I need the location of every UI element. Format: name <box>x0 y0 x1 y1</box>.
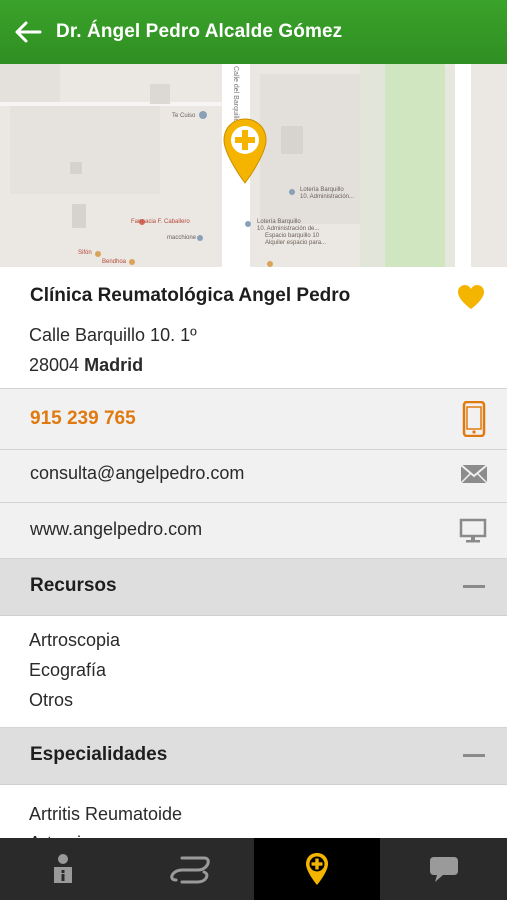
location-pin-plus-icon[interactable] <box>222 117 268 185</box>
minus-icon[interactable] <box>463 585 485 588</box>
clinic-name: Clínica Reumatológica Angel Pedro <box>30 285 351 306</box>
email-row[interactable]: consulta@angelpedro.com <box>0 450 507 503</box>
monitor-icon[interactable] <box>459 518 487 544</box>
especialidades-list: Artritis Reumatoide Artrosis <box>0 785 507 853</box>
map-label: Sifón <box>78 250 92 256</box>
phone-number[interactable]: 915 239 765 <box>30 408 136 430</box>
location-map[interactable]: Calle del Barquillo Te Cuiso Lotería Bar… <box>0 64 507 267</box>
map-label: 10. Administración de... <box>257 226 320 232</box>
map-label: 10. Administración... <box>300 194 355 200</box>
postal-code: 28004 <box>29 355 80 375</box>
clinic-card: Clínica Reumatológica Angel Pedro Calle … <box>0 267 507 389</box>
section-header-especialidades[interactable]: Especialidades <box>0 728 507 785</box>
list-item: Ecografía <box>29 660 107 680</box>
location-pin-plus-icon <box>305 853 328 885</box>
city: Madrid <box>84 355 144 375</box>
phone-row[interactable]: 915 239 765 <box>0 389 507 450</box>
map-label: Bendhoa <box>102 259 127 265</box>
map-label: Alquiler espacio para... <box>265 240 327 246</box>
map-label: Te Cuiso <box>172 113 196 119</box>
map-label: Espacio barquillo 10 <box>265 233 320 239</box>
email-address[interactable]: consulta@angelpedro.com <box>30 463 244 484</box>
recursos-list: Artroscopia Ecografía Otros <box>0 616 507 728</box>
section-title: Especialidades <box>30 744 168 765</box>
minus-icon[interactable] <box>463 754 485 757</box>
list-item: Artritis Reumatoide <box>29 804 183 824</box>
list-item: Otros <box>29 690 74 710</box>
route-icon <box>170 856 210 884</box>
website-row[interactable]: www.angelpedro.com <box>0 503 507 559</box>
page-title: Dr. Ángel Pedro Alcalde Gómez <box>56 21 343 42</box>
tab-messages[interactable] <box>380 838 507 900</box>
list-item: Artroscopia <box>29 630 121 650</box>
section-title: Recursos <box>30 575 117 596</box>
tab-location[interactable] <box>253 838 381 900</box>
map-label: Lotería Barquillo <box>257 219 301 225</box>
back-button[interactable] <box>0 0 56 64</box>
map-street-label: Calle del Barquillo <box>232 66 239 123</box>
arrow-left-icon <box>15 21 42 43</box>
app-bar: Dr. Ángel Pedro Alcalde Gómez <box>0 0 507 64</box>
website-url[interactable]: www.angelpedro.com <box>30 519 202 540</box>
person-info-icon <box>54 854 73 883</box>
map-label: Farmacia F. Caballero <box>131 219 190 225</box>
clinic-address-street: Calle Barquillo 10. 1º <box>29 325 197 345</box>
heart-icon[interactable] <box>456 283 486 311</box>
chat-bubble-icon <box>429 857 458 882</box>
envelope-icon[interactable] <box>460 464 488 484</box>
tab-route[interactable] <box>127 838 254 900</box>
mobile-phone-icon[interactable] <box>462 401 486 437</box>
section-header-recursos[interactable]: Recursos <box>0 559 507 616</box>
map-label: Lotería Barquillo <box>300 187 344 193</box>
bottom-tab-bar <box>0 838 507 900</box>
clinic-address-city: 28004 Madrid <box>29 355 143 376</box>
tab-profile[interactable] <box>0 838 127 900</box>
map-label: macchione <box>167 235 197 241</box>
